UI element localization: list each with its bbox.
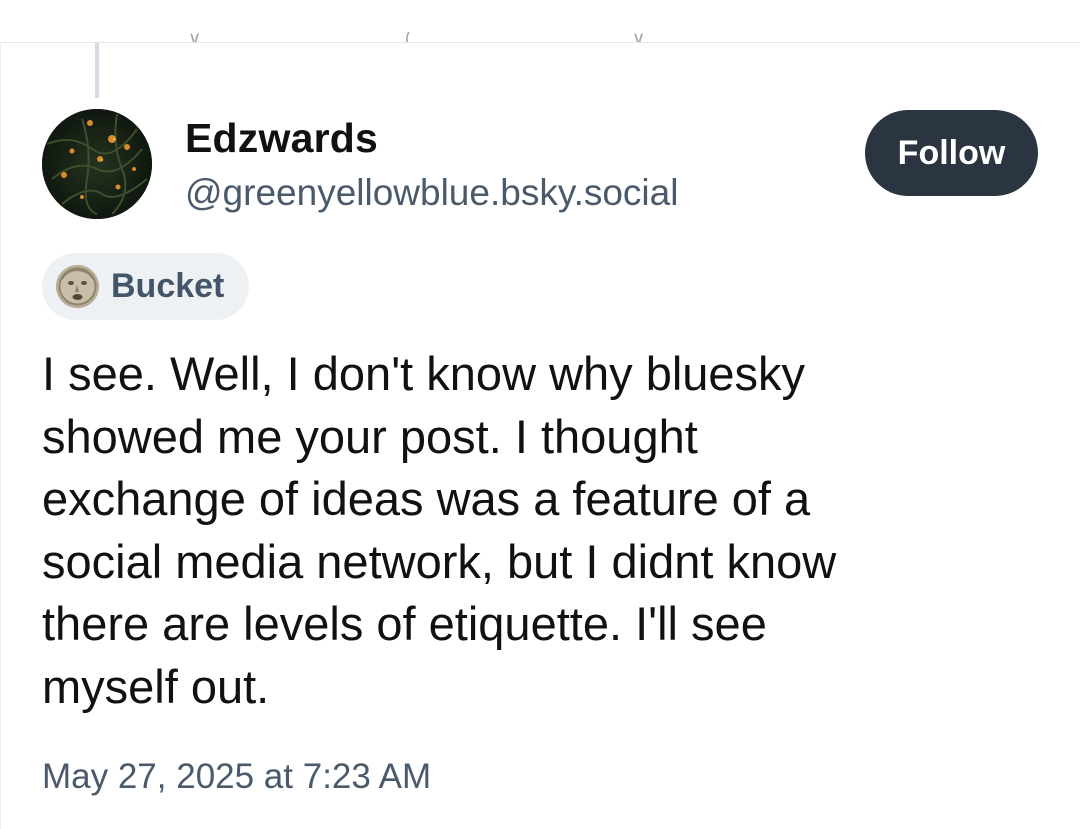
label-chip-text: Bucket <box>111 267 225 305</box>
author-handle[interactable]: @greenyellowblue.bsky.social <box>185 168 678 218</box>
avatar[interactable] <box>42 109 152 219</box>
repost-icon[interactable]: ( <box>405 32 411 42</box>
post-view: ∨ ( ∨ Edzwards @greenyellowblue.bsky.soc… <box>0 0 1080 829</box>
column-border <box>0 42 1 829</box>
post-body-text: I see. Well, I don't know why bluesky sh… <box>42 347 837 713</box>
author-display-name[interactable]: Edzwards <box>185 112 378 164</box>
divider <box>0 42 1080 43</box>
avatar-image <box>42 109 152 219</box>
thread-connector-line <box>95 43 99 98</box>
reply-icon[interactable]: ∨ <box>188 32 201 42</box>
moderation-label-chip[interactable]: Bucket <box>42 253 249 320</box>
follow-button[interactable]: Follow <box>865 110 1038 196</box>
post-timestamp[interactable]: May 27, 2025 at 7:23 AM <box>42 754 431 800</box>
like-icon[interactable]: ∨ <box>632 32 645 42</box>
label-avatar-image <box>56 265 99 308</box>
label-avatar <box>56 265 99 308</box>
